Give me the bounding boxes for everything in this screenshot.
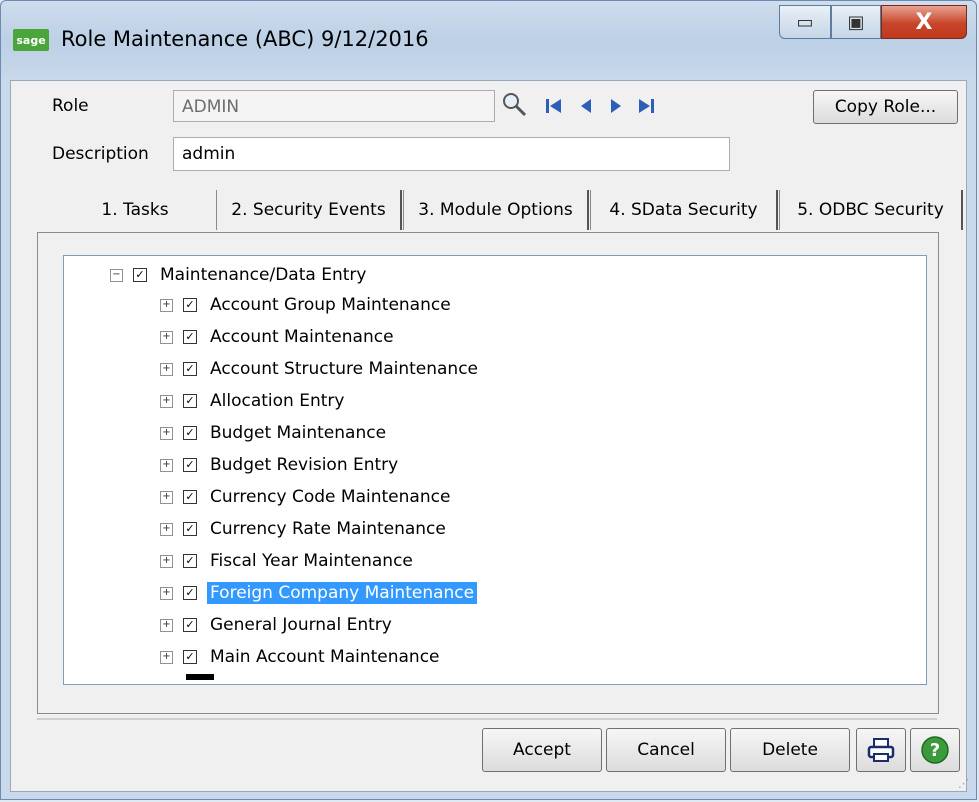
tab-sdata-security-label: 4. SData Security [609,200,758,220]
expand-icon[interactable]: + [160,490,173,504]
checkbox[interactable]: ✓ [183,554,197,568]
description-label: Description [52,144,149,164]
collapse-icon[interactable]: − [110,268,123,282]
accept-button[interactable]: Accept [482,728,602,772]
tree-item[interactable]: + ✓ Currency Rate Maintenance [160,514,449,544]
tab-security-events[interactable]: 2. Security Events [216,190,402,230]
tree-item-label: Fiscal Year Maintenance [210,551,413,571]
tree-item[interactable]: + ✓ Account Maintenance [160,322,397,352]
minimize-icon: ▭ [796,11,814,33]
tree-item-label: General Journal Entry [210,615,392,635]
tree-item-label: Currency Rate Maintenance [210,519,446,539]
print-button[interactable] [856,728,906,772]
search-icon[interactable] [500,90,528,118]
tree-item[interactable]: + ✓ Account Structure Maintenance [160,354,481,384]
minimize-button[interactable]: ▭ [779,5,831,39]
tree-item-label: Account Group Maintenance [210,295,451,315]
expand-icon[interactable]: + [160,330,173,344]
next-record-icon[interactable] [608,97,624,115]
checkbox[interactable]: ✓ [183,490,197,504]
help-button[interactable]: ? [910,728,960,772]
maximize-icon: ▣ [847,11,865,33]
tree-item-label: Account Maintenance [210,327,394,347]
svg-text:?: ? [930,740,940,761]
delete-button[interactable]: Delete [730,728,850,772]
tree-item-label: Budget Maintenance [210,423,387,443]
checkbox[interactable]: ✓ [183,586,197,600]
close-button[interactable]: X [881,5,967,39]
role-field[interactable]: ADMIN [173,90,495,122]
checkbox[interactable]: ✓ [183,650,197,664]
help-icon: ? [921,736,949,764]
tree-item-label: Account Structure Maintenance [210,359,479,379]
tree-item[interactable]: + ✓ Fiscal Year Maintenance [160,546,416,576]
printer-icon [867,738,895,762]
tree-item-label: Allocation Entry [210,391,345,411]
first-record-icon[interactable] [544,97,564,115]
checkbox[interactable]: ✓ [183,618,197,632]
tab-sdata-security[interactable]: 4. SData Security [590,190,778,230]
last-record-icon[interactable] [636,97,656,115]
previous-record-icon[interactable] [578,97,594,115]
expand-icon[interactable]: + [160,426,173,440]
expand-icon[interactable]: + [160,650,173,664]
window-title: Role Maintenance (ABC) 9/12/2016 [61,27,429,51]
tree-item[interactable]: + ✓ Budget Revision Entry [160,450,401,480]
title-bar[interactable]: sage Role Maintenance (ABC) 9/12/2016 ▭ … [1,1,976,81]
tree-item[interactable]: + ✓ Budget Maintenance [160,418,389,448]
checkbox[interactable]: ✓ [183,330,197,344]
expand-icon[interactable]: + [160,522,173,536]
tree-item[interactable]: + ✓ Currency Code Maintenance [160,482,453,512]
tab-module-options-label: 3. Module Options [418,200,573,220]
tree-item[interactable]: + ✓ Allocation Entry [160,386,347,416]
expand-icon[interactable]: + [160,298,173,312]
expand-icon[interactable]: + [160,586,173,600]
expand-icon[interactable]: + [160,362,173,376]
copy-role-button[interactable]: Copy Role... [813,90,958,124]
checkbox[interactable]: ✓ [183,426,197,440]
tab-odbc-security-label: 5. ODBC Security [797,200,944,220]
tree-item-label: Main Account Maintenance [210,647,440,667]
tasks-tree[interactable]: − ✓ Maintenance/Data Entry + ✓ Account Gro… [63,255,927,685]
tab-security-events-label: 2. Security Events [231,200,386,220]
expand-icon[interactable]: + [160,554,173,568]
tree-item[interactable]: + ✓ Account Group Maintenance [160,290,454,320]
tab-odbc-security[interactable]: 5. ODBC Security [779,190,963,230]
checkbox[interactable]: ✓ [183,394,197,408]
cancel-button[interactable]: Cancel [606,728,726,772]
sage-app-icon: sage [13,29,49,51]
tab-tasks[interactable]: 1. Tasks [60,190,210,230]
maximize-button[interactable]: ▣ [831,5,881,39]
tree-item[interactable]: + ✓ Main Account Maintenance [160,642,443,672]
expand-icon[interactable]: + [160,394,173,408]
checkbox[interactable]: ✓ [183,362,197,376]
checkbox[interactable]: ✓ [183,458,197,472]
checkbox[interactable]: ✓ [183,298,197,312]
checkbox[interactable]: ✓ [183,522,197,536]
role-label: Role [52,96,89,116]
tree-item-label: Foreign Company Maintenance [207,582,478,604]
resize-grip-icon[interactable]: ⋰ [958,778,972,794]
expand-icon[interactable]: + [160,618,173,632]
tree-node-label: Maintenance/Data Entry [160,265,367,285]
close-icon: X [915,9,933,35]
drag-cursor-indicator [186,674,214,680]
tab-tasks-label: 1. Tasks [101,200,169,220]
tree-item-selected[interactable]: + ✓ Foreign Company Maintenance [160,578,478,608]
divider [37,718,937,720]
expand-icon[interactable]: + [160,458,173,472]
tree-node-parent[interactable]: − ✓ Maintenance/Data Entry [110,260,369,290]
tree-item-label: Budget Revision Entry [210,455,399,475]
description-field[interactable]: admin [173,137,730,171]
tab-module-options[interactable]: 3. Module Options [403,190,589,230]
tree-item[interactable]: + ✓ General Journal Entry [160,610,395,640]
tree-item-label: Currency Code Maintenance [210,487,451,507]
checkbox[interactable]: ✓ [133,268,147,282]
